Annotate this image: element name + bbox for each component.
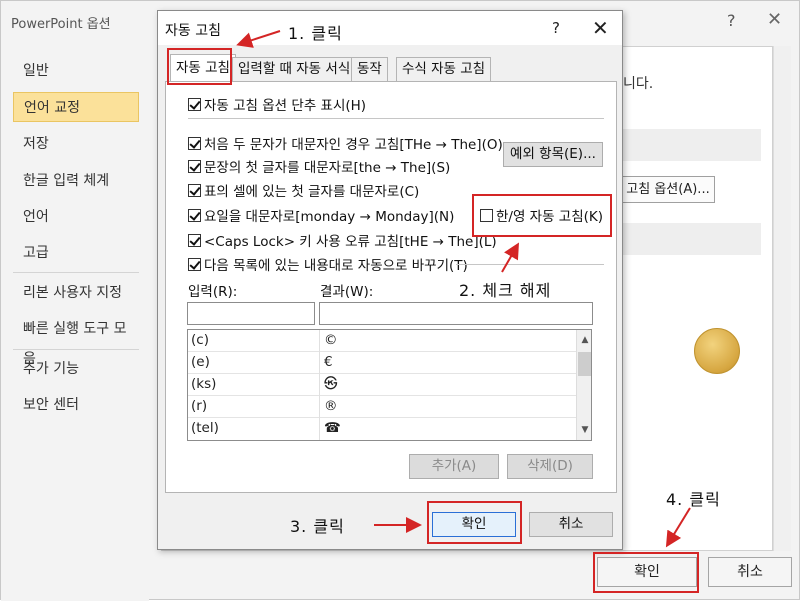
checkbox[interactable] [188, 257, 201, 271]
column-divider [319, 374, 320, 396]
help-icon[interactable]: ? [727, 11, 736, 30]
checkbox[interactable] [188, 183, 201, 197]
list-item[interactable]: (e) € [188, 352, 576, 374]
list-item-with: © [324, 332, 338, 348]
option-capitalize-table-cells[interactable]: 표의 셀에 있는 첫 글자를 대문자로(C) [188, 180, 419, 200]
annotation-step-1: 1. 클릭 [288, 24, 343, 43]
column-divider [319, 352, 320, 374]
sidebar-divider [13, 349, 139, 350]
list-item[interactable]: (c) © [188, 330, 576, 352]
close-icon[interactable]: ✕ [592, 16, 609, 40]
sidebar-item-add-ins[interactable]: 추가 기능 [13, 354, 139, 384]
list-item-replace: (e) [191, 354, 210, 370]
list-item[interactable]: (tel) ☎ [188, 418, 576, 440]
close-icon[interactable]: ✕ [767, 9, 782, 30]
column-divider [319, 396, 320, 418]
list-scrollbar[interactable]: ▲ ▼ [576, 330, 591, 440]
dialog-cancel-button[interactable]: 취소 [529, 512, 613, 537]
divider [456, 264, 604, 265]
checkbox[interactable] [188, 136, 201, 150]
tab-actions[interactable]: 동작 [351, 57, 388, 81]
scroll-down-icon[interactable]: ▼ [577, 422, 591, 438]
option-label: 요일을 대문자로[monday → Monday](N) [204, 209, 455, 225]
sidebar-item-trust-center[interactable]: 보안 센터 [13, 390, 139, 420]
option-capitalize-days[interactable]: 요일을 대문자로[monday → Monday](N) [188, 205, 454, 225]
checkbox[interactable] [188, 208, 201, 222]
list-item[interactable]: (ks) ㉿ [188, 374, 576, 396]
list-item-replace: (tel) [191, 420, 219, 436]
list-item-with: ㉿ [324, 376, 338, 392]
sidebar-divider [13, 272, 139, 273]
option-caps-lock[interactable]: <Caps Lock> 키 사용 오류 고침[tHE → The](L) [188, 230, 497, 250]
list-item[interactable]: (r) ® [188, 396, 576, 418]
with-input[interactable] [319, 302, 593, 325]
sidebar-item-korean-input[interactable]: 한글 입력 체계 [13, 166, 139, 196]
option-label: 처음 두 문자가 대문자인 경우 고침[THe → The](O) [204, 137, 503, 153]
highlight-box [167, 48, 232, 85]
scroll-thumb[interactable] [578, 352, 591, 376]
divider [188, 118, 604, 119]
option-label: <Caps Lock> 키 사용 오류 고침[tHE → The](L) [204, 234, 497, 250]
content-text: 니다. [623, 76, 654, 92]
option-label: 자동 고침 옵션 단추 표시(H) [204, 98, 367, 114]
column-divider [319, 418, 320, 440]
show-autocorrect-buttons-option[interactable]: 자동 고침 옵션 단추 표시(H) [188, 94, 366, 114]
annotation-step-3: 3. 클릭 [290, 517, 345, 536]
annotation-step-2: 2. 체크 해제 [459, 281, 552, 300]
tab-autoformat-as-you-type[interactable]: 입력할 때 자동 서식 [232, 57, 357, 81]
column-divider [319, 330, 320, 352]
option-two-initial-capitals[interactable]: 처음 두 문자가 대문자인 경우 고침[THe → The](O) [188, 133, 503, 153]
sidebar-item-save[interactable]: 저장 [13, 129, 139, 159]
list-item-replace: (r) [191, 398, 208, 414]
add-button[interactable]: 추가(A) [409, 454, 499, 479]
list-item-with: ☎ [324, 420, 341, 436]
sidebar-item-general[interactable]: 일반 [13, 56, 139, 86]
option-label: 표의 셀에 있는 첫 글자를 대문자로(C) [204, 184, 420, 200]
scroll-up-icon[interactable]: ▲ [577, 332, 591, 348]
watermark-seal [694, 328, 740, 374]
highlight-box [472, 194, 612, 237]
exceptions-button[interactable]: 예외 항목(E)... [503, 142, 603, 167]
delete-button[interactable]: 삭제(D) [507, 454, 593, 479]
replace-input[interactable] [187, 302, 315, 325]
help-icon[interactable]: ? [552, 19, 560, 37]
sidebar-item-quick-access[interactable]: 빠른 실행 도구 모음 [13, 314, 139, 367]
sidebar-item-language[interactable]: 언어 [13, 202, 139, 232]
replacement-list[interactable]: (c) © (e) € (ks) ㉿ (r) ® (tel) ☎ ▲ ▼ [187, 329, 592, 441]
option-label: 다음 목록에 있는 내용대로 자동으로 바꾸기(T) [204, 258, 468, 274]
autocorrect-options-button[interactable]: 고침 옵션(A)... [621, 176, 715, 203]
window-title: PowerPoint 옵션 [11, 17, 111, 32]
dialog-titlebar: 자동 고침 ? ✕ [158, 11, 622, 45]
tab-math-autocorrect[interactable]: 수식 자동 고침 [396, 57, 492, 81]
sidebar-item-advanced[interactable]: 고급 [13, 238, 139, 268]
content-scrollbar[interactable] [773, 46, 791, 551]
list-item-with: € [324, 354, 333, 370]
sidebar-item-customize-ribbon[interactable]: 리본 사용자 지정 [13, 278, 139, 308]
with-label: 결과(W): [320, 284, 374, 300]
checkbox[interactable] [188, 97, 201, 111]
option-capitalize-sentences[interactable]: 문장의 첫 글자를 대문자로[the → The](S) [188, 156, 450, 176]
highlight-box [427, 501, 522, 544]
annotation-step-4: 4. 클릭 [666, 490, 721, 509]
dialog-title: 자동 고침 [165, 23, 221, 39]
option-label: 문장의 첫 글자를 대문자로[the → The](S) [204, 160, 451, 176]
replace-label: 입력(R): [188, 284, 238, 300]
checkbox[interactable] [188, 233, 201, 247]
list-item-replace: (ks) [191, 376, 217, 392]
sidebar: 일반 언어 교정 저장 한글 입력 체계 언어 고급 리본 사용자 지정 빠른 … [1, 46, 149, 601]
outer-cancel-button[interactable]: 취소 [708, 557, 792, 587]
replace-as-you-type-option[interactable]: 다음 목록에 있는 내용대로 자동으로 바꾸기(T) [188, 254, 468, 274]
highlight-box [593, 552, 699, 593]
section-header [621, 223, 761, 255]
sidebar-item-proofing[interactable]: 언어 교정 [13, 92, 139, 122]
section-header [621, 129, 761, 161]
list-item-replace: (c) [191, 332, 209, 348]
checkbox[interactable] [188, 159, 201, 173]
list-item-with: ® [324, 398, 338, 414]
